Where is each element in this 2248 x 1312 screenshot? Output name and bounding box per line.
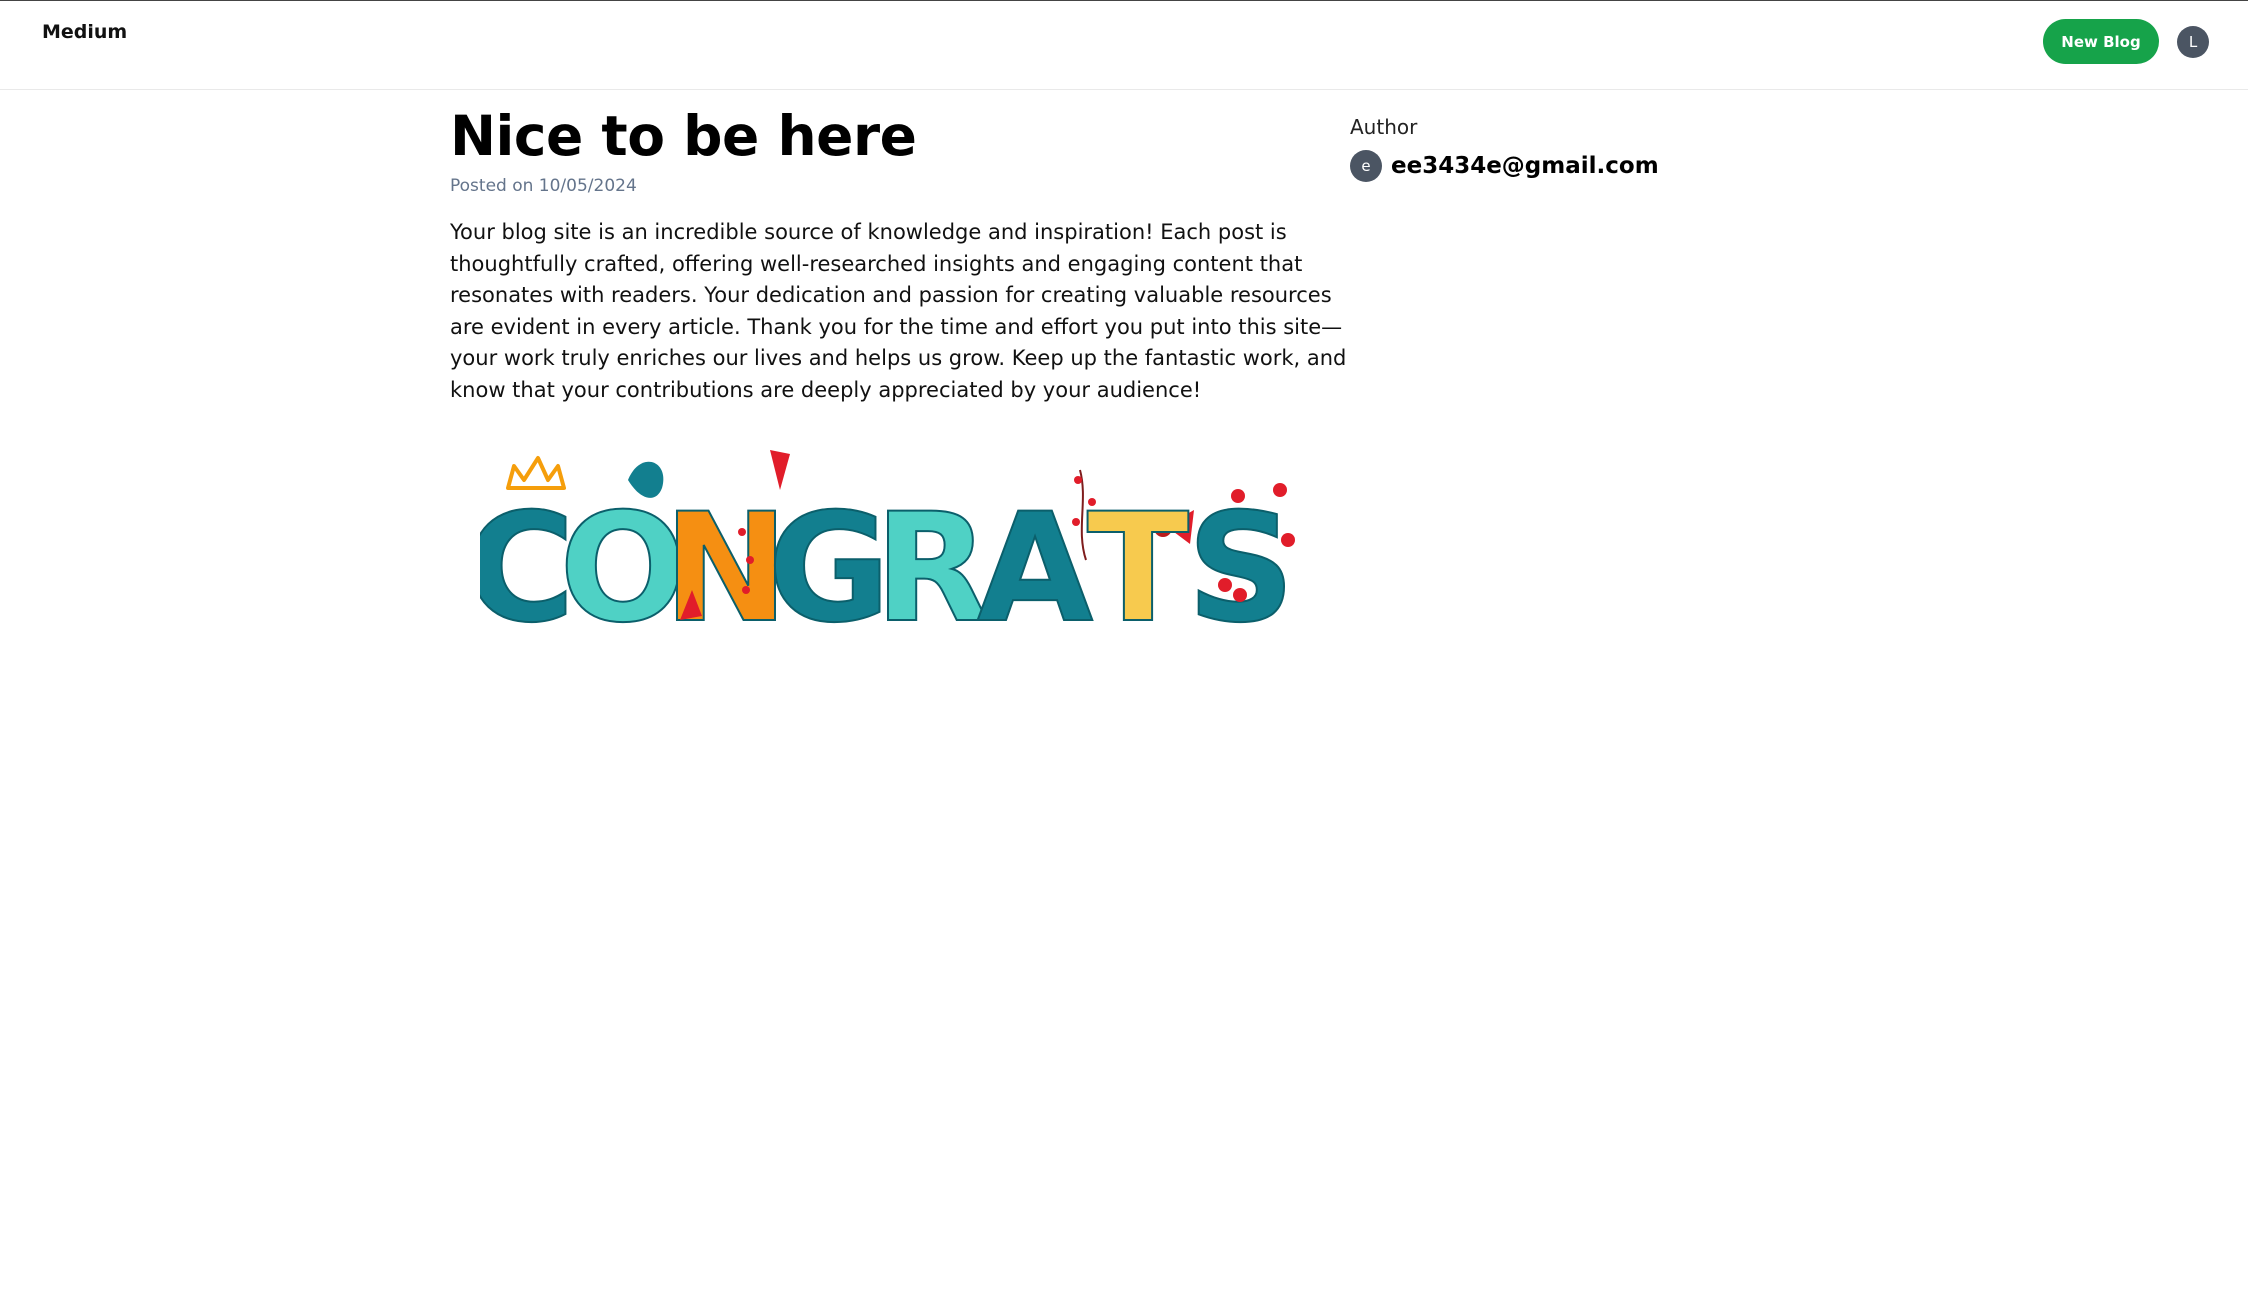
congrats-letter-t: T	[1087, 482, 1189, 640]
post-title: Nice to be here	[450, 104, 917, 168]
congrats-illustration: CONGRATS	[480, 450, 1296, 640]
congrats-letter-s: S	[1187, 482, 1295, 640]
user-avatar[interactable]: L	[2177, 26, 2209, 58]
post-date: Posted on 10/05/2024	[450, 176, 637, 196]
author-row[interactable]: e ee3434e@gmail.com	[1350, 150, 1659, 182]
author-email[interactable]: ee3434e@gmail.com	[1391, 153, 1659, 179]
new-blog-button[interactable]: New Blog	[2043, 19, 2159, 64]
congrats-letter-r: R	[874, 482, 990, 640]
post-content: Your blog site is an incredible source o…	[450, 220, 1347, 402]
app-bar: Medium New Blog L	[0, 1, 2248, 90]
post-image: CONGRATS	[480, 440, 1320, 640]
brand-logo[interactable]: Medium	[42, 21, 127, 43]
author-avatar[interactable]: e	[1350, 150, 1382, 182]
congrats-letter-a: A	[977, 482, 1093, 640]
author-heading: Author	[1350, 115, 1418, 139]
congrats-letter-g: G	[767, 482, 890, 640]
